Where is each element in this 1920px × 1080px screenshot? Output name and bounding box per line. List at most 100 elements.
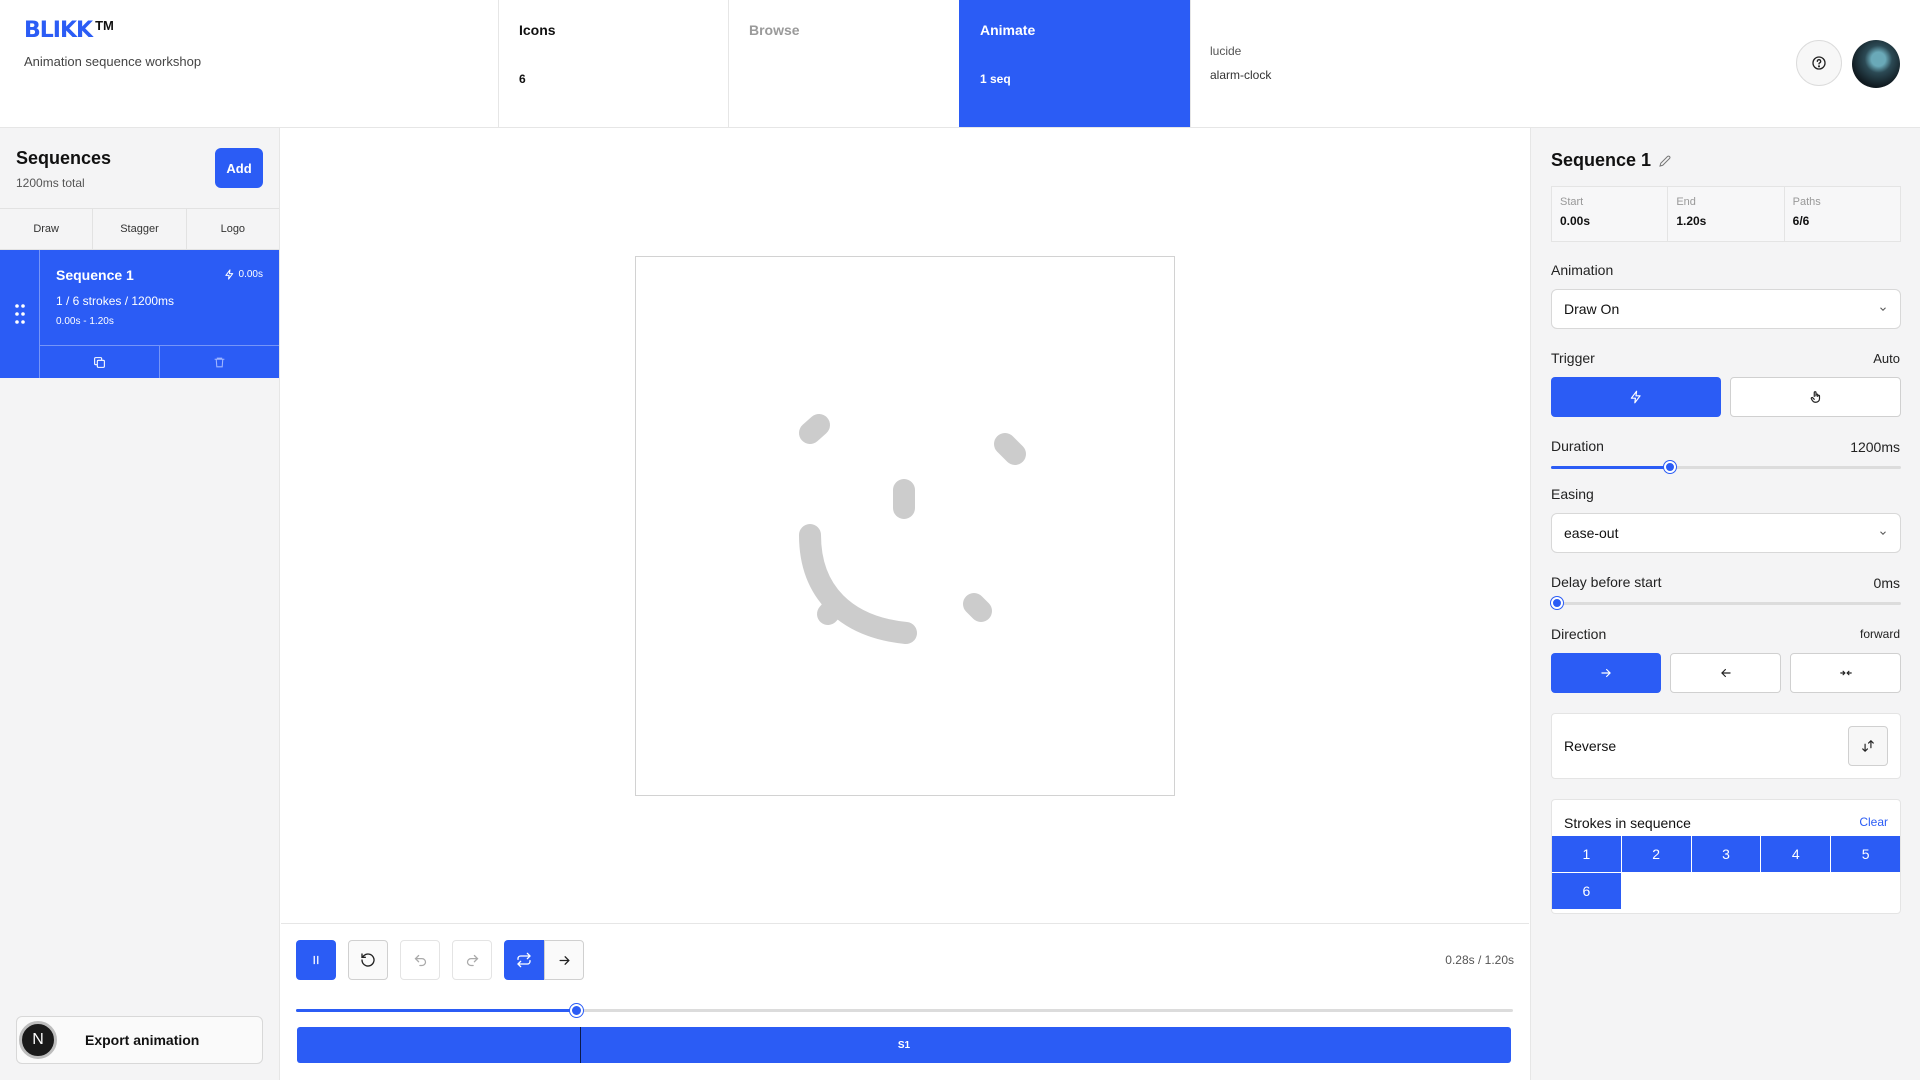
sequence-card[interactable]: Sequence 1 0.00s 1 / 6 strokes / 1200ms … (0, 250, 279, 378)
stroke-toggle-2[interactable]: 2 (1621, 836, 1691, 872)
arrow-right-icon (557, 953, 572, 968)
tab-logo[interactable]: Logo (187, 209, 279, 249)
sequence-stats: Start 0.00s End 1.20s Paths 6/6 (1551, 186, 1901, 242)
stat-paths: Paths 6/6 (1785, 187, 1900, 241)
timeline-sequence-block[interactable]: S1 (297, 1027, 1511, 1063)
direction-backward-button[interactable] (1670, 653, 1781, 693)
animation-select[interactable]: Draw On (1551, 289, 1901, 329)
trigger-click-button[interactable] (1730, 377, 1901, 417)
animation-label: Animation (1551, 262, 1614, 278)
pause-icon (309, 953, 323, 967)
redo-icon (465, 953, 480, 968)
undo-button[interactable] (400, 940, 440, 980)
animation-select-value: Draw On (1564, 301, 1620, 317)
duration-value: 1200ms (1850, 439, 1900, 455)
stroke-2-bell-left (799, 414, 830, 444)
avatar[interactable] (1852, 40, 1900, 88)
stroke-toggle-4[interactable]: 4 (1761, 836, 1831, 872)
strokes-in-sequence: Strokes in sequence Clear 1 2 3 4 5 6 (1551, 799, 1901, 914)
trash-icon (213, 356, 226, 369)
stat-paths-key: Paths (1792, 196, 1821, 208)
preview-canvas[interactable] (635, 256, 1175, 796)
sidebar-total-duration: 1200ms total (16, 176, 85, 190)
reset-button[interactable] (348, 940, 388, 980)
panel-title: Sequence 1 (1551, 150, 1671, 171)
add-sequence-button[interactable]: Add (215, 148, 263, 188)
direction-center-button[interactable] (1790, 653, 1901, 693)
delete-sequence-button[interactable] (160, 346, 279, 378)
zap-icon (1629, 390, 1643, 404)
tab-stagger[interactable]: Stagger (93, 209, 187, 249)
direction-label: Direction (1551, 626, 1607, 642)
zap-icon (224, 269, 235, 280)
stroke-toggle-1[interactable]: 1 (1552, 836, 1621, 872)
icon-name: alarm-clock (1210, 68, 1272, 82)
export-animation-button[interactable]: N Export animation (16, 1016, 263, 1064)
alarm-clock-preview (799, 414, 1026, 644)
play-forward-toggle[interactable] (544, 940, 584, 980)
delay-slider-thumb[interactable] (1551, 597, 1563, 609)
trigger-auto-button[interactable] (1551, 377, 1721, 417)
stroke-toggle-5[interactable]: 5 (1831, 836, 1900, 872)
swap-icon (1861, 739, 1875, 753)
current-icon-info: lucide alarm-clock (1210, 44, 1271, 82)
clear-strokes-button[interactable]: Clear (1859, 815, 1888, 829)
easing-select[interactable]: ease-out (1551, 513, 1901, 553)
arrows-inward-icon (1839, 666, 1853, 680)
tab-browse[interactable]: Browse (728, 0, 959, 127)
icon-library: lucide (1210, 44, 1242, 58)
tab-browse-title: Browse (749, 22, 800, 38)
tab-animate-count: 1 seq (980, 72, 1011, 86)
chevron-down-icon (1878, 528, 1888, 538)
stat-start-key: Start (1560, 196, 1584, 208)
direction-value: forward (1859, 627, 1900, 641)
tab-icons-count: 6 (519, 72, 526, 86)
logo-trademark: TM (95, 18, 114, 33)
delay-slider-track[interactable] (1551, 602, 1901, 605)
top-header: BLIKK TM Animation sequence workshop Icon… (0, 0, 1920, 128)
sidebar-title: Sequences (16, 148, 112, 168)
preset-tabs: Draw Stagger Logo (0, 208, 279, 250)
redo-button[interactable] (452, 940, 492, 980)
playhead[interactable] (580, 1027, 581, 1063)
pause-button[interactable] (296, 940, 336, 980)
stroke-6-leg-right (963, 593, 992, 622)
grip-icon (14, 303, 26, 325)
duplicate-sequence-button[interactable] (40, 346, 160, 378)
tab-icons[interactable]: Icons 6 (498, 0, 728, 127)
copy-icon (93, 356, 106, 369)
duration-slider-thumb[interactable] (1664, 461, 1676, 473)
strokes-label: Strokes in sequence (1564, 815, 1691, 831)
delay-value: 0ms (1873, 575, 1900, 591)
stat-start-value: 0.00s (1560, 214, 1591, 228)
tab-animate[interactable]: Animate 1 seq (959, 0, 1190, 127)
loop-toggle[interactable] (504, 940, 544, 980)
duration-label: Duration (1551, 438, 1604, 454)
timeline-sequence-label: S1 (897, 1039, 911, 1051)
sequences-sidebar: Sequences 1200ms total Add Draw Stagger … (0, 128, 280, 1080)
trigger-label: Trigger (1551, 350, 1595, 366)
pencil-icon[interactable] (1659, 155, 1671, 167)
stat-end-value: 1.20s (1676, 214, 1707, 228)
stroke-toggle-3[interactable]: 3 (1691, 836, 1761, 872)
export-label: Export animation (85, 1032, 200, 1048)
panel-title-text: Sequence 1 (1551, 150, 1652, 170)
tab-draw[interactable]: Draw (0, 209, 94, 249)
reverse-toggle[interactable] (1848, 726, 1888, 766)
easing-label: Easing (1551, 486, 1594, 502)
stat-start: Start 0.00s (1552, 187, 1669, 241)
help-button[interactable] (1796, 40, 1842, 86)
reset-icon (360, 952, 376, 968)
brand[interactable]: BLIKK TM (24, 18, 114, 43)
reverse-label: Reverse (1564, 738, 1617, 754)
sequence-name: Sequence 1 (56, 267, 134, 283)
drag-handle[interactable] (0, 250, 40, 378)
stroke-toggle-6[interactable]: 6 (1552, 873, 1621, 909)
undo-icon (413, 953, 428, 968)
direction-forward-button[interactable] (1551, 653, 1661, 693)
loop-icon (516, 952, 532, 968)
sequence-trigger-time: 0.00s (224, 269, 263, 280)
stroke-3-bell-right (994, 433, 1026, 465)
scrubber-thumb[interactable] (570, 1004, 583, 1017)
sequence-trigger-time-value: 0.00s (238, 269, 263, 280)
